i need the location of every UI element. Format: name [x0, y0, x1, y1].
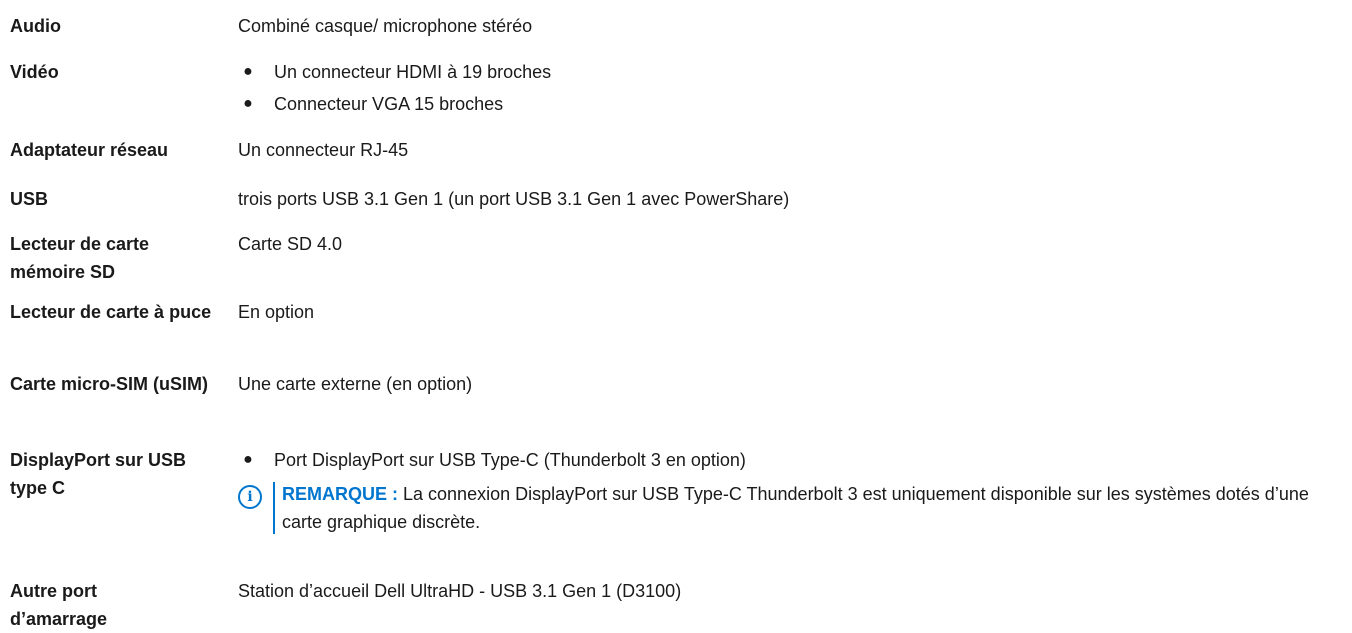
spec-label: Lecteur de carte à puce [10, 302, 212, 322]
spec-label: Adaptateur réseau [10, 140, 169, 160]
bullet-icon: ● [243, 451, 253, 468]
spec-value: trois ports USB 3.1 Gen 1 (un port USB 3… [238, 189, 790, 209]
spec-label: Vidéo [10, 62, 59, 82]
bullet-text: Port DisplayPort sur USB Type-C (Thunder… [274, 450, 746, 470]
spec-label: Carte micro-SIM (uSIM) [10, 374, 209, 394]
note-box: i REMARQUE : La connexion DisplayPort su… [238, 480, 1338, 536]
note-text: La connexion DisplayPort sur USB Type-C … [282, 484, 1309, 532]
spec-value: Une carte externe (en option) [238, 374, 473, 394]
spec-value: Carte SD 4.0 [238, 234, 343, 254]
spec-value: ● Un connecteur HDMI à 19 broches ● Connec… [238, 58, 1338, 118]
spec-value: Station d’accueil Dell UltraHD - USB 3.1… [238, 581, 682, 601]
spec-value: En option [238, 302, 315, 322]
bullet-text: Connecteur VGA 15 broches [274, 94, 504, 114]
info-icon: i [238, 485, 262, 509]
spec-label: DisplayPort sur USB type C [10, 450, 187, 498]
spec-label: Audio [10, 16, 61, 36]
note-title: REMARQUE : [282, 484, 398, 504]
spec-value: ● Port DisplayPort sur USB Type-C (Thunde… [238, 446, 1338, 536]
list-item: ● Connecteur VGA 15 broches [238, 90, 1338, 118]
spec-value: Combiné casque/ microphone stéréo [238, 16, 533, 36]
spec-label: Autre port d’amarrage [10, 581, 108, 629]
spec-label: USB [10, 189, 49, 209]
bullet-list: ● Un connecteur HDMI à 19 broches ● Connec… [238, 58, 1338, 118]
bullet-text: Un connecteur HDMI à 19 broches [274, 62, 552, 82]
spec-label: Lecteur de carte mémoire SD [10, 234, 150, 282]
bullet-list: ● Port DisplayPort sur USB Type-C (Thunde… [238, 446, 1338, 474]
spec-value: Un connecteur RJ-45 [238, 140, 409, 160]
list-item: ● Port DisplayPort sur USB Type-C (Thunde… [238, 446, 1338, 474]
bullet-icon: ● [243, 95, 253, 112]
note-divider [273, 482, 275, 534]
list-item: ● Un connecteur HDMI à 19 broches [238, 58, 1338, 86]
bullet-icon: ● [243, 63, 253, 80]
